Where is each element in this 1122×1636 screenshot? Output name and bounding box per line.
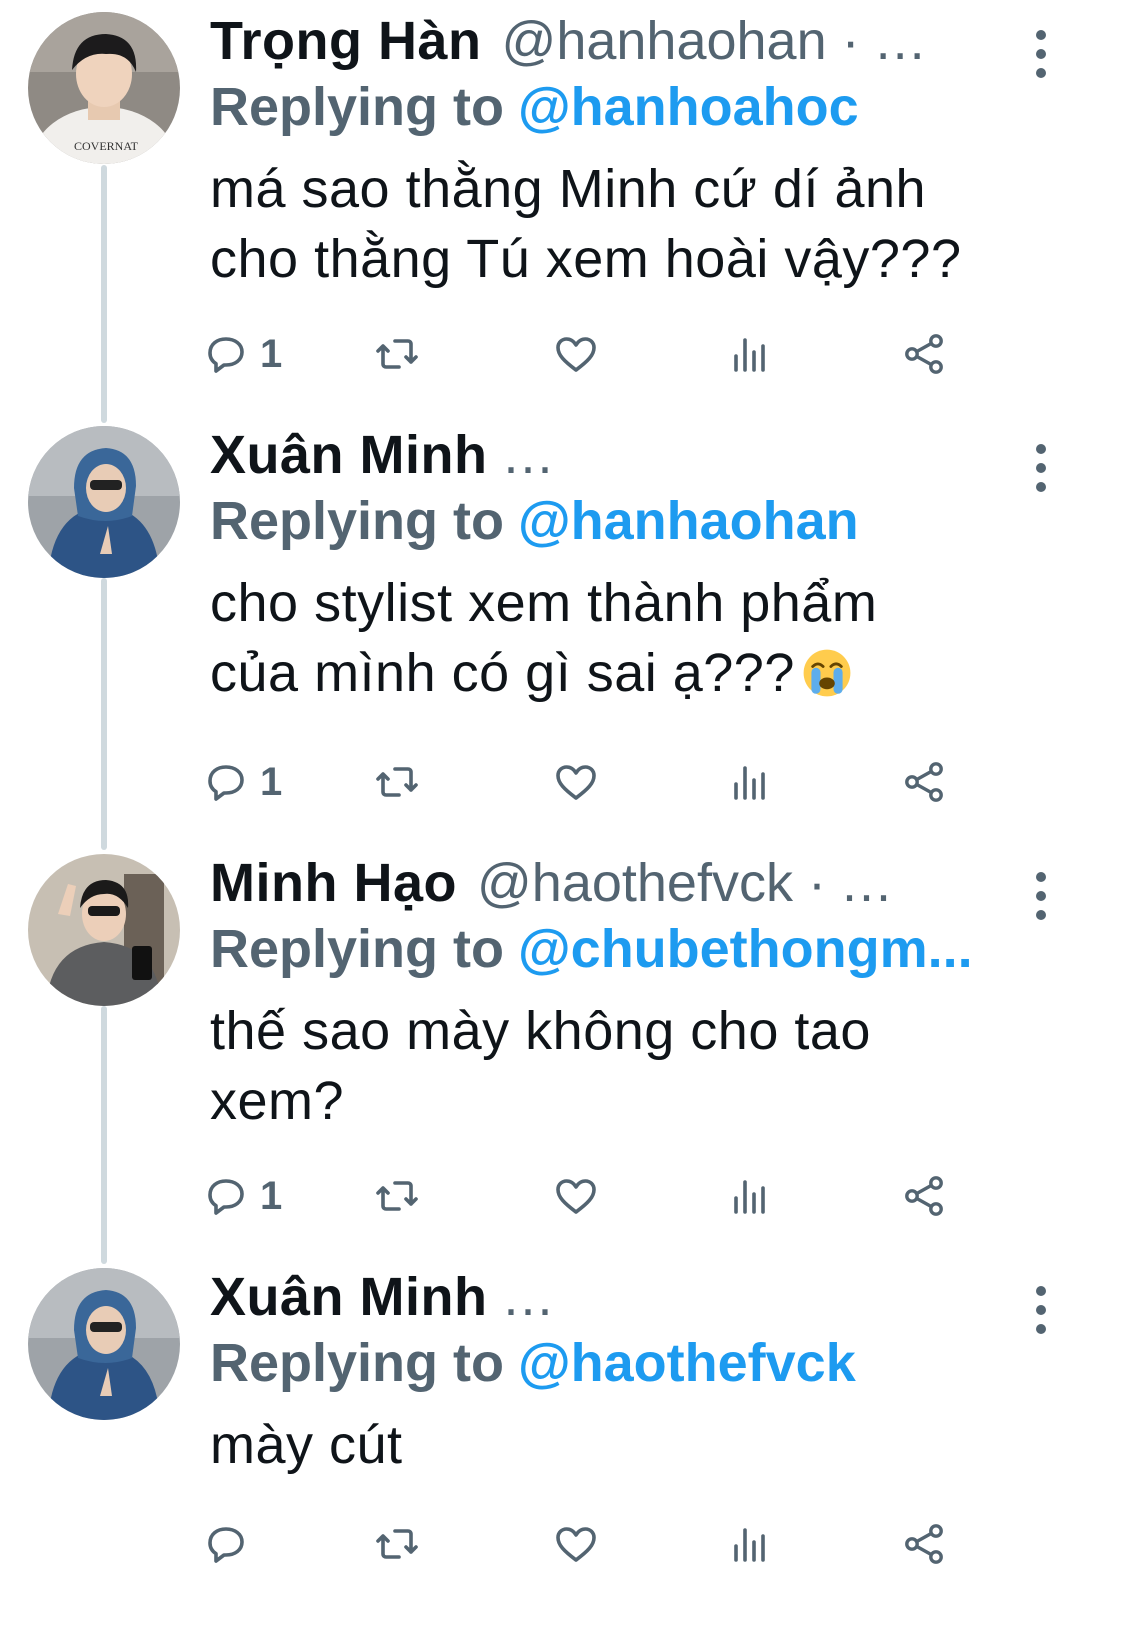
- replying-to: Replying to @hanhoahoc: [210, 76, 859, 138]
- avatar[interactable]: [28, 1268, 180, 1420]
- truncation-ellipsis: ...: [841, 853, 893, 913]
- svg-text:COVERNAT: COVERNAT: [74, 139, 139, 153]
- retweet-icon: [376, 1529, 418, 1559]
- tweet-text-line: má sao thằng Minh cứ dí ảnh: [210, 159, 927, 219]
- tweet-text-line: cho stylist xem thành phẩm: [210, 573, 878, 633]
- mention-link[interactable]: @haothefvck: [518, 1333, 856, 1393]
- reply-button[interactable]: 1: [202, 1166, 282, 1226]
- replying-to: Replying to @chubethongm...: [210, 918, 973, 980]
- display-name[interactable]: Xuân Minh: [210, 424, 487, 486]
- like-icon: [556, 765, 596, 800]
- retweet-icon: [376, 339, 418, 369]
- tweet[interactable]: Xuân Minh ... Replying to @haothefvck mày…: [0, 1260, 1122, 1636]
- more-icon[interactable]: [1030, 30, 1052, 90]
- reply-button[interactable]: [202, 1514, 260, 1574]
- replying-to: Replying to @hanhaohan: [210, 490, 859, 552]
- replying-label: Replying to: [210, 919, 504, 979]
- tweet-text-line: thế sao mày không cho tao: [210, 1001, 871, 1061]
- views-icon: [734, 1528, 765, 1562]
- action-bar: 1: [208, 324, 990, 384]
- display-name[interactable]: Minh Hạo: [210, 852, 457, 914]
- action-bar: 1: [208, 752, 990, 812]
- reply-count: 1: [260, 1173, 283, 1218]
- share-button[interactable]: [900, 1514, 948, 1574]
- like-button[interactable]: [552, 324, 600, 384]
- mention-link[interactable]: @hanhoahoc: [518, 77, 859, 137]
- share-button[interactable]: [900, 1166, 948, 1226]
- views-button[interactable]: [726, 324, 774, 384]
- more-icon[interactable]: [1030, 872, 1052, 932]
- avatar[interactable]: [28, 854, 180, 1006]
- views-icon: [734, 766, 765, 800]
- like-icon: [556, 337, 596, 372]
- like-icon: [556, 1179, 596, 1214]
- tweet-text-line: của mình có gì sai ạ???: [210, 643, 795, 703]
- user-handle[interactable]: @haothefvck ·: [477, 852, 826, 914]
- share-icon: [905, 1524, 943, 1564]
- replying-label: Replying to: [210, 77, 504, 137]
- tweet-text: thế sao mày không cho tao xem?: [210, 996, 1060, 1136]
- retweet-button[interactable]: [373, 1514, 421, 1574]
- tweet-text-line: mày cút: [210, 1415, 403, 1475]
- user-handle[interactable]: @hanhaohan ·: [502, 10, 860, 72]
- avatar[interactable]: COVERNAT: [28, 12, 180, 164]
- views-button[interactable]: [726, 1514, 774, 1574]
- tweet-text: má sao thằng Minh cứ dí ảnh cho thằng Tú…: [210, 154, 1060, 294]
- tweet-text-line: cho thằng Tú xem hoài vậy???: [210, 229, 962, 289]
- action-bar: 1: [208, 1166, 990, 1226]
- views-button[interactable]: [726, 752, 774, 812]
- reply-icon: [208, 1527, 244, 1563]
- mention-link[interactable]: @chubethongm...: [518, 919, 973, 979]
- truncation-ellipsis: ...: [503, 1267, 555, 1327]
- views-icon: [734, 338, 765, 372]
- display-name[interactable]: Xuân Minh: [210, 1266, 487, 1328]
- action-bar: [208, 1514, 990, 1574]
- share-button[interactable]: [900, 324, 948, 384]
- mention-link[interactable]: @hanhaohan: [518, 491, 859, 551]
- tweet-text: mày cút: [210, 1410, 1060, 1480]
- truncation-ellipsis: ...: [875, 11, 927, 71]
- reply-thread: COVERNAT Trọng Hàn @hanhaohan · ... Repl…: [0, 0, 1122, 1636]
- tweet[interactable]: Minh Hạo @haothefvck · ... Replying to @c…: [0, 846, 1122, 1256]
- reply-icon: [208, 1179, 244, 1215]
- reply-icon: [208, 337, 244, 373]
- tweet-text-line-with-emoji: của mình có gì sai ạ???: [210, 638, 1060, 708]
- display-name[interactable]: Trọng Hàn: [210, 10, 482, 72]
- replying-to: Replying to @haothefvck: [210, 1332, 856, 1394]
- reply-button[interactable]: 1: [202, 752, 282, 812]
- tweet[interactable]: COVERNAT Trọng Hàn @hanhaohan · ... Repl…: [0, 4, 1122, 414]
- reply-button[interactable]: 1: [202, 324, 282, 384]
- more-icon[interactable]: [1030, 444, 1052, 504]
- avatar[interactable]: [28, 426, 180, 578]
- loudly-crying-face-icon: [803, 649, 851, 697]
- more-icon[interactable]: [1030, 1286, 1052, 1346]
- like-button[interactable]: [552, 752, 600, 812]
- like-button[interactable]: [552, 1514, 600, 1574]
- views-icon: [734, 1180, 765, 1214]
- reply-count: 1: [260, 759, 283, 804]
- retweet-icon: [376, 1181, 418, 1211]
- share-icon: [905, 334, 943, 374]
- share-button[interactable]: [900, 752, 948, 812]
- share-icon: [905, 1176, 943, 1216]
- like-button[interactable]: [552, 1166, 600, 1226]
- reply-count: 1: [260, 331, 283, 376]
- like-icon: [556, 1527, 596, 1562]
- share-icon: [905, 762, 943, 802]
- reply-icon: [208, 765, 244, 801]
- tweet[interactable]: Xuân Minh ... Replying to @hanhaohan cho …: [0, 418, 1122, 838]
- views-button[interactable]: [726, 1166, 774, 1226]
- truncation-ellipsis: ...: [503, 425, 555, 485]
- retweet-icon: [376, 767, 418, 797]
- replying-label: Replying to: [210, 1333, 504, 1393]
- tweet-text-line: xem?: [210, 1071, 345, 1131]
- retweet-button[interactable]: [373, 752, 421, 812]
- replying-label: Replying to: [210, 491, 504, 551]
- retweet-button[interactable]: [373, 1166, 421, 1226]
- tweet-text: cho stylist xem thành phẩm của mình có g…: [210, 568, 1060, 708]
- retweet-button[interactable]: [373, 324, 421, 384]
